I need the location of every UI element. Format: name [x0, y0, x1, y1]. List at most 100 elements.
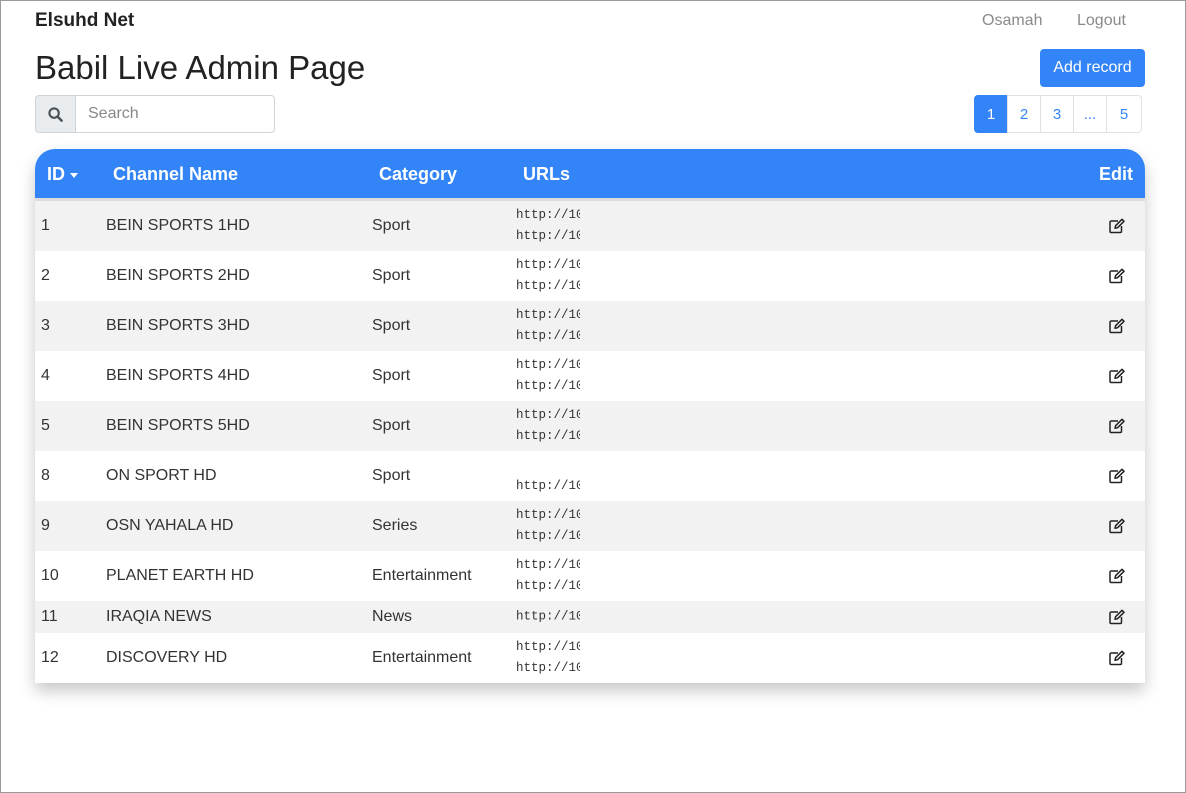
url-link[interactable]: http://10 — [516, 276, 580, 297]
search-input[interactable] — [75, 95, 275, 133]
cell-category: Sport — [372, 317, 411, 334]
cell-urls: http://10 http://10 — [516, 305, 580, 347]
cell-channel-name: DISCOVERY HD — [106, 649, 228, 666]
url-link[interactable]: http://10 — [516, 226, 580, 247]
table-row: 4 BEIN SPORTS 4HD Sport http://10 http://10 — [35, 351, 1145, 401]
page-link-1[interactable]: 1 — [974, 95, 1008, 133]
cell-urls: http://10 http://10 — [516, 637, 580, 679]
header-id-label: ID — [47, 164, 65, 184]
cell-category: Sport — [372, 367, 411, 384]
user-link[interactable]: Osamah — [982, 12, 1042, 30]
cell-channel-name: IRAQIA NEWS — [106, 608, 212, 625]
cell-urls: http://10 — [516, 455, 580, 497]
cell-id: 10 — [41, 567, 59, 584]
table-row: 12 DISCOVERY HD Entertainment http://10 http… — [35, 633, 1145, 683]
url-link[interactable]: http://10 — [516, 305, 580, 326]
cell-channel-name: PLANET EARTH HD — [106, 567, 254, 584]
cell-category: Entertainment — [372, 567, 472, 584]
cell-urls: http://10 http://10 — [516, 405, 580, 447]
table-row: 3 BEIN SPORTS 3HD Sport http://10 http://10 — [35, 301, 1145, 351]
url-link[interactable] — [516, 455, 580, 476]
cell-id: 9 — [41, 517, 50, 534]
pagination: 1 2 3 ... 5 — [974, 95, 1142, 133]
edit-icon[interactable] — [1109, 318, 1125, 334]
cell-urls: http://10 http://10 — [516, 355, 580, 397]
cell-category: News — [372, 608, 413, 625]
cell-id: 3 — [41, 317, 50, 334]
sort-caret-icon — [70, 172, 78, 178]
url-link[interactable]: http://10 — [516, 326, 580, 347]
header-urls: URLs — [523, 164, 571, 184]
url-link[interactable]: http://10 — [516, 607, 580, 628]
url-link[interactable]: http://10 — [516, 476, 580, 497]
edit-icon[interactable] — [1109, 468, 1125, 484]
url-link[interactable]: http://10 — [516, 405, 580, 426]
header-id[interactable]: ID — [47, 164, 78, 185]
cell-channel-name: BEIN SPORTS 2HD — [106, 267, 250, 284]
cell-id: 2 — [41, 267, 50, 284]
cell-category: Entertainment — [372, 649, 472, 666]
search-group — [35, 95, 275, 133]
page-link-2[interactable]: 2 — [1007, 95, 1041, 133]
cell-id: 12 — [41, 649, 59, 666]
url-link[interactable]: http://10 — [516, 426, 580, 447]
url-link[interactable]: http://10 — [516, 255, 580, 276]
cell-id: 4 — [41, 367, 50, 384]
header-category: Category — [379, 164, 458, 184]
url-link[interactable]: http://10 — [516, 505, 580, 526]
edit-icon[interactable] — [1109, 418, 1125, 434]
header-edit: Edit — [1099, 164, 1133, 184]
brand-title[interactable]: Elsuhd Net — [35, 10, 134, 32]
page-link-5[interactable]: 5 — [1106, 95, 1142, 133]
cell-category: Sport — [372, 267, 411, 284]
edit-icon[interactable] — [1109, 368, 1125, 384]
url-link[interactable]: http://10 — [516, 576, 580, 597]
edit-icon[interactable] — [1109, 268, 1125, 284]
logout-link[interactable]: Logout — [1077, 12, 1126, 30]
table-row: 2 BEIN SPORTS 2HD Sport http://10 http://10 — [35, 251, 1145, 301]
cell-id: 8 — [41, 467, 50, 484]
cell-urls: http://10 — [516, 607, 580, 628]
cell-channel-name: BEIN SPORTS 5HD — [106, 417, 250, 434]
navbar: Elsuhd Net Osamah Logout — [1, 1, 1185, 43]
edit-icon[interactable] — [1109, 518, 1125, 534]
edit-icon[interactable] — [1109, 218, 1125, 234]
cell-id: 5 — [41, 417, 50, 434]
cell-channel-name: BEIN SPORTS 3HD — [106, 317, 250, 334]
table-body: 1 BEIN SPORTS 1HD Sport http://10 http://10 2… — [35, 198, 1145, 683]
cell-channel-name: ON SPORT HD — [106, 467, 217, 484]
url-link[interactable]: http://10 — [516, 637, 580, 658]
url-link[interactable]: http://10 — [516, 205, 580, 226]
cell-urls: http://10 http://10 — [516, 555, 580, 597]
cell-urls: http://10 http://10 — [516, 255, 580, 297]
url-link[interactable]: http://10 — [516, 355, 580, 376]
cell-category: Series — [372, 517, 418, 534]
table-row: 9 OSN YAHALA HD Series http://10 http://10 — [35, 501, 1145, 551]
url-link[interactable]: http://10 — [516, 658, 580, 679]
table-header: ID Channel Name Category URLs Edit — [35, 149, 1145, 198]
cell-id: 11 — [41, 608, 58, 625]
url-link[interactable]: http://10 — [516, 526, 580, 547]
channels-table: ID Channel Name Category URLs Edit 1 BEIN… — [35, 149, 1145, 683]
table-row: 11 IRAQIA NEWS News http://10 — [35, 601, 1145, 633]
cell-category: Sport — [372, 467, 411, 484]
add-record-button[interactable]: Add record — [1040, 49, 1145, 87]
url-link[interactable]: http://10 — [516, 555, 580, 576]
edit-icon[interactable] — [1109, 568, 1125, 584]
table-row: 8 ON SPORT HD Sport http://10 — [35, 451, 1145, 501]
header-channel-name: Channel Name — [113, 164, 239, 184]
search-icon — [35, 95, 75, 133]
cell-urls: http://10 http://10 — [516, 505, 580, 547]
cell-channel-name: BEIN SPORTS 4HD — [106, 367, 250, 384]
page-link-3[interactable]: 3 — [1040, 95, 1074, 133]
url-link[interactable]: http://10 — [516, 376, 580, 397]
cell-channel-name: OSN YAHALA HD — [106, 517, 234, 534]
edit-icon[interactable] — [1109, 650, 1125, 666]
edit-icon[interactable] — [1109, 609, 1125, 625]
page-title: Babil Live Admin Page — [35, 49, 366, 86]
cell-category: Sport — [372, 417, 411, 434]
table-row: 5 BEIN SPORTS 5HD Sport http://10 http://10 — [35, 401, 1145, 451]
page-link-ellipsis[interactable]: ... — [1073, 95, 1107, 133]
cell-channel-name: BEIN SPORTS 1HD — [106, 217, 250, 234]
cell-category: Sport — [372, 217, 411, 234]
